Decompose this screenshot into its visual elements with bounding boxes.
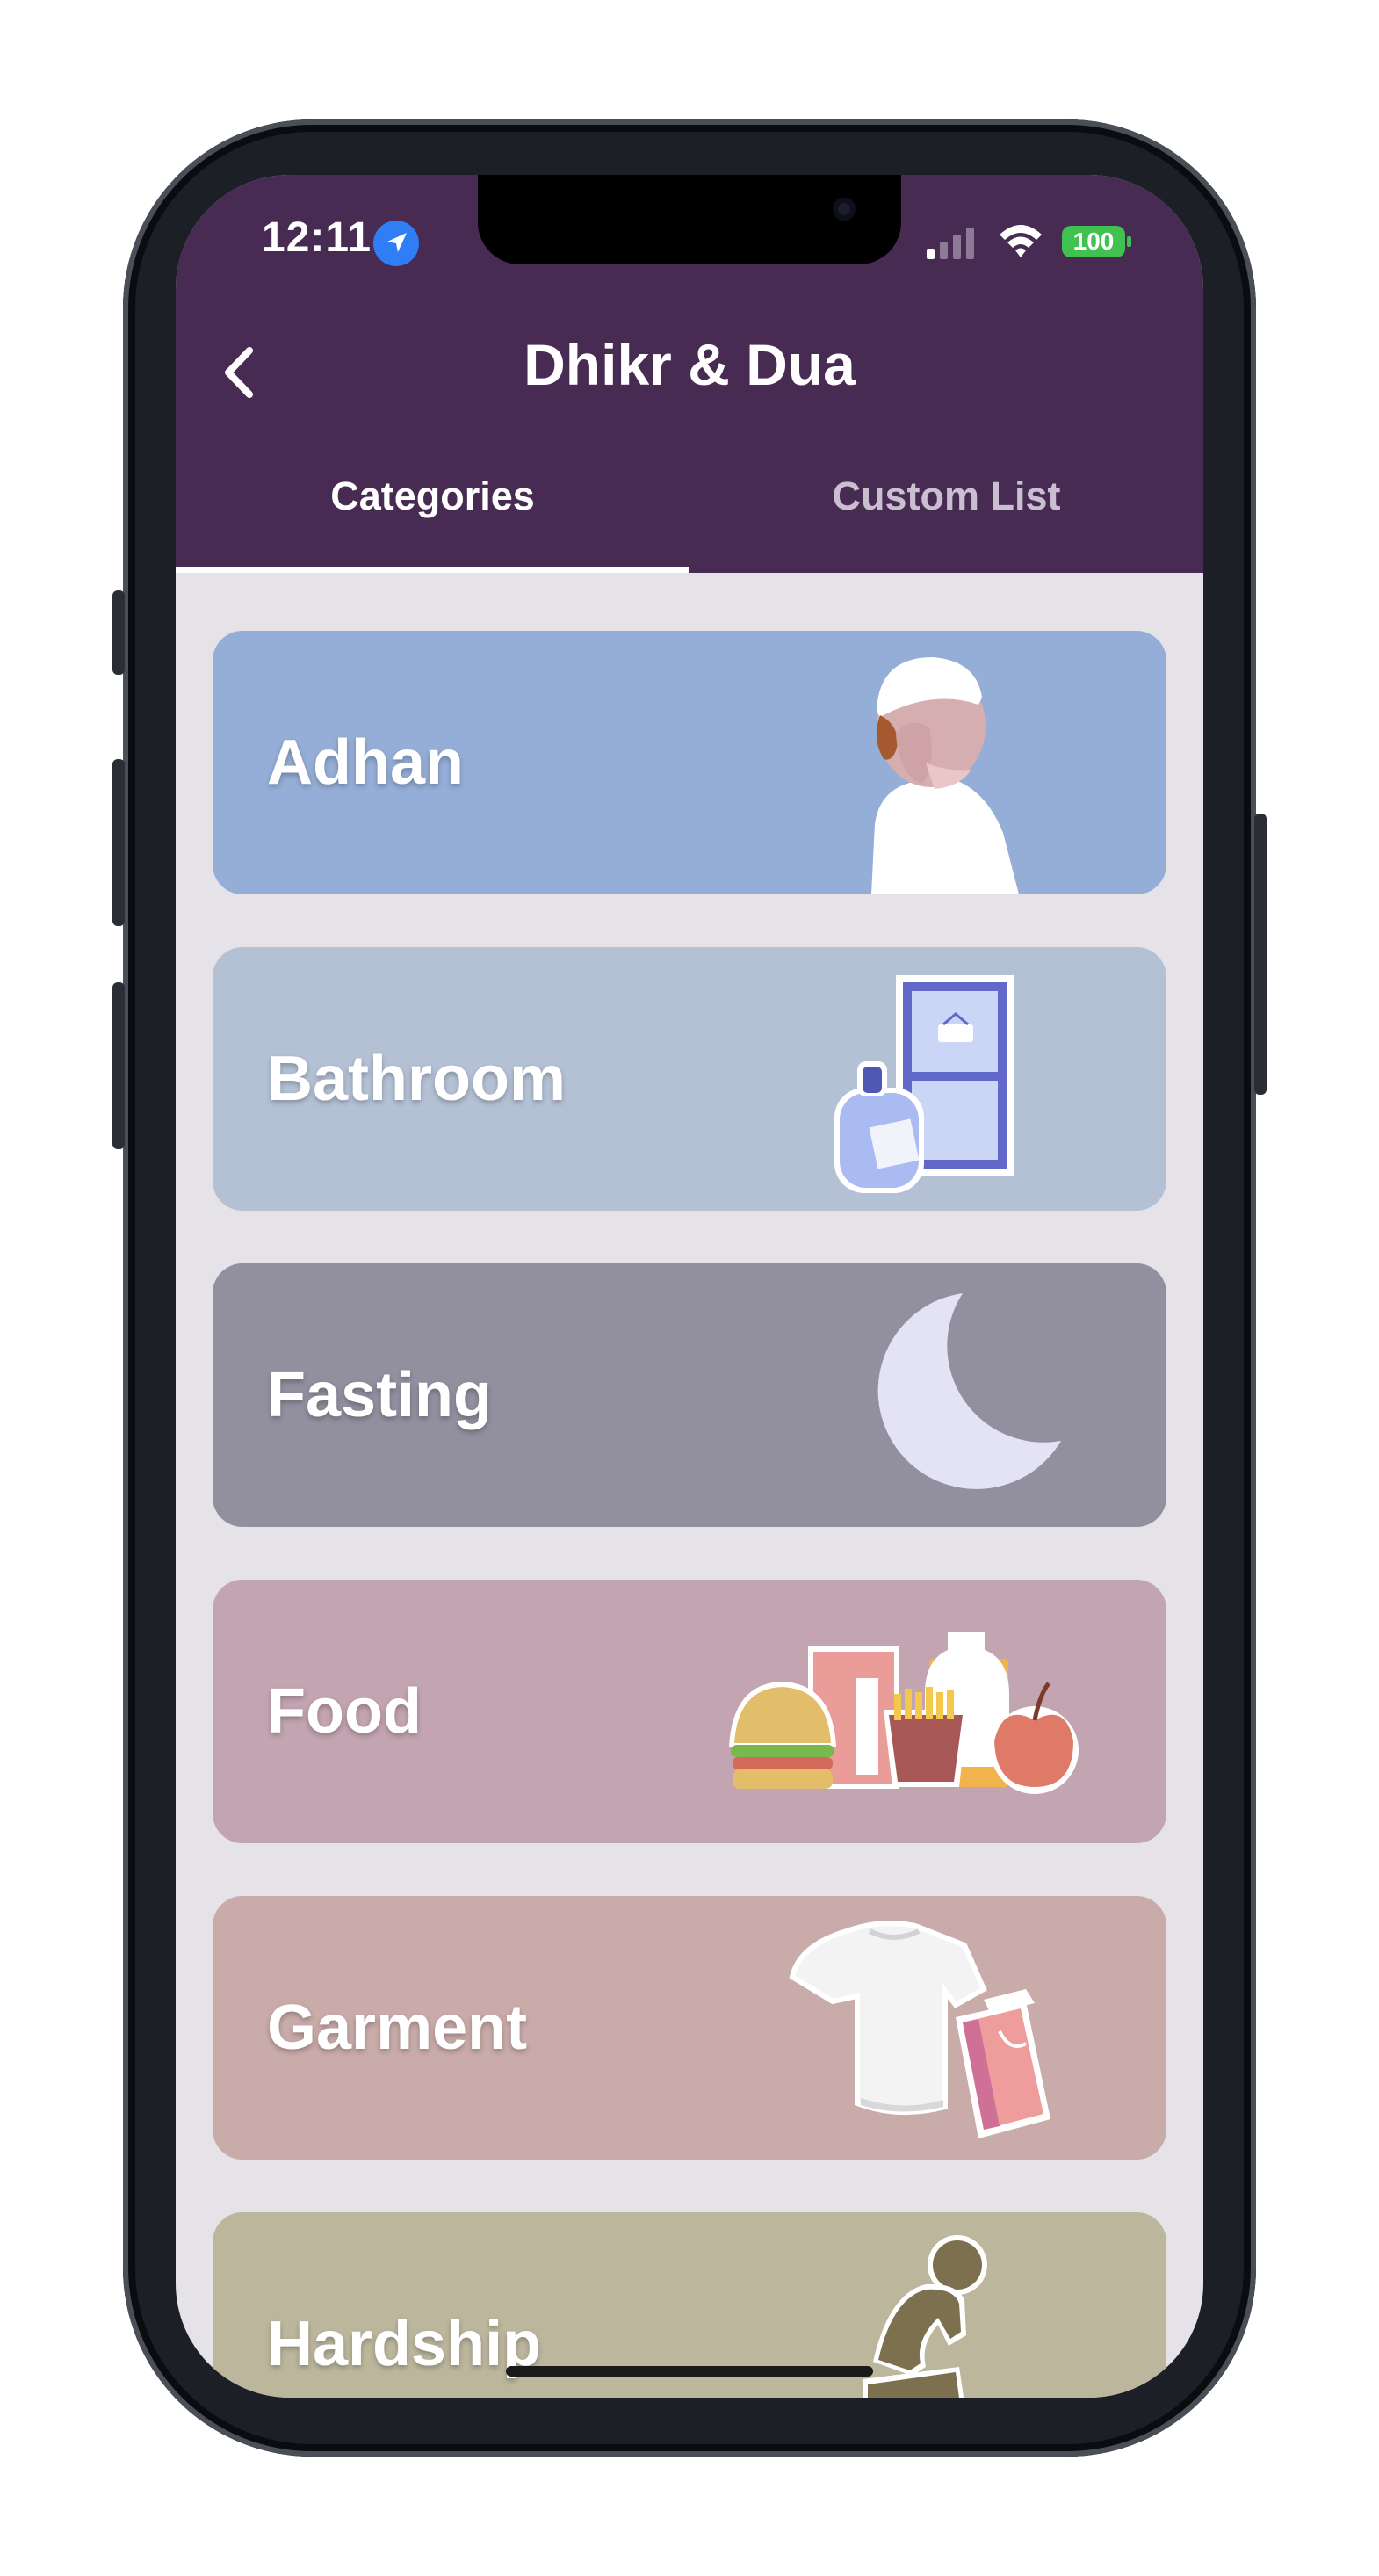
- category-label: Fasting: [267, 1360, 493, 1430]
- category-label: Bathroom: [267, 1044, 566, 1114]
- category-label: Garment: [267, 1993, 528, 2063]
- camera-icon: [833, 198, 856, 221]
- status-time: 12:11: [262, 214, 372, 261]
- battery-icon: 100: [1062, 224, 1132, 259]
- crescent-moon-icon: [877, 1293, 1061, 1489]
- side-button-volume-up: [112, 759, 125, 926]
- screen: 12:11 100 Dhikr & Dua Categories Custom …: [176, 175, 1203, 2398]
- battery-level: 100: [1072, 228, 1115, 255]
- tab-indicator: [176, 567, 690, 573]
- location-arrow-icon: [373, 221, 419, 266]
- cellular-signal-icon: [927, 228, 974, 259]
- category-card-adhan[interactable]: Adhan: [213, 631, 1166, 894]
- side-button-power: [1254, 814, 1267, 1095]
- praying-man-icon: [871, 657, 1019, 894]
- tab-categories[interactable]: Categories: [176, 474, 690, 519]
- category-card-bathroom[interactable]: Bathroom: [213, 947, 1166, 1211]
- shirt-bag-icon: [789, 1921, 1050, 2138]
- category-label: Adhan: [267, 727, 464, 798]
- side-button-volume-down: [112, 982, 125, 1149]
- category-card-fasting[interactable]: Fasting: [213, 1263, 1166, 1527]
- category-label: Food: [267, 1676, 422, 1747]
- tab-custom-list[interactable]: Custom List: [690, 474, 1203, 519]
- door-soap-icon: [834, 975, 1014, 1193]
- side-button-silent: [112, 590, 125, 675]
- app-header: 12:11 100 Dhikr & Dua Categories Custom …: [176, 175, 1203, 573]
- category-label: Hardship: [267, 2309, 542, 2379]
- food-icon: [729, 1632, 1079, 1794]
- wifi-icon: [1000, 225, 1042, 257]
- category-card-food[interactable]: Food: [213, 1580, 1166, 1843]
- page-title: Dhikr & Dua: [523, 332, 856, 397]
- category-card-garment[interactable]: Garment: [213, 1896, 1166, 2160]
- camera-notch: [478, 175, 901, 264]
- home-indicator: [506, 2366, 873, 2377]
